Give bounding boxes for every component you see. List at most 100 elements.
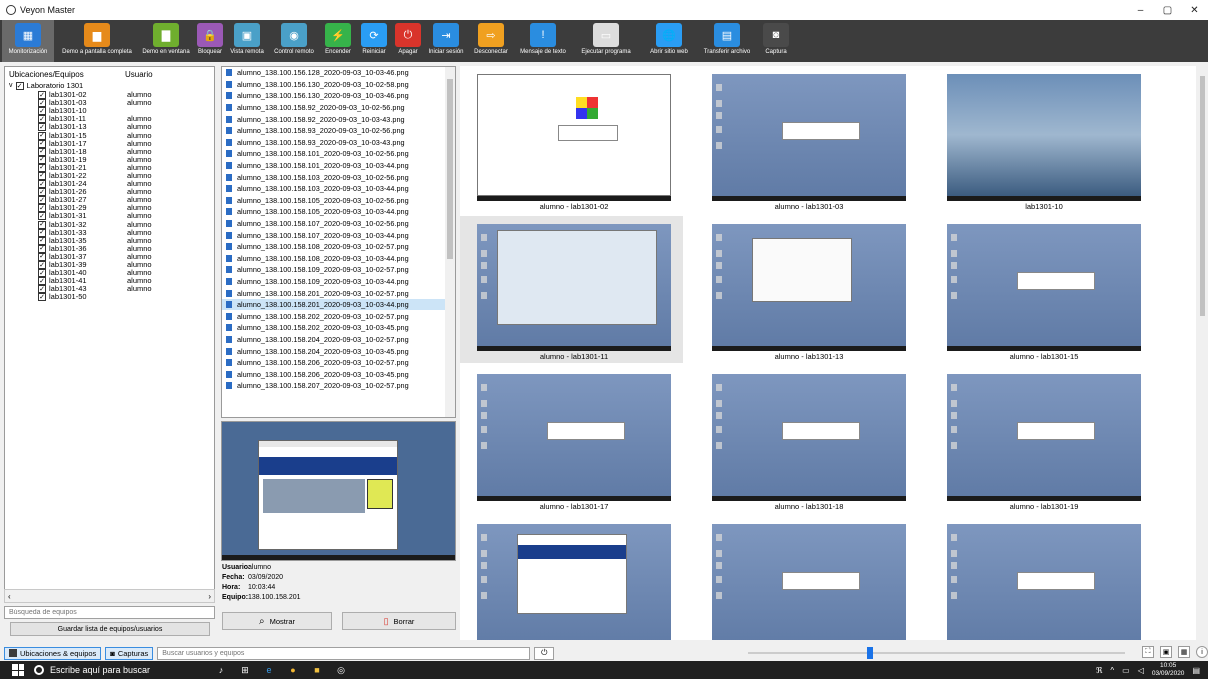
computer-checkbox[interactable]: ✓: [38, 236, 46, 245]
delete-button[interactable]: ▯ Borrar: [342, 612, 456, 630]
toolbar-button[interactable]: ▆ Demo a pantalla completa: [58, 20, 136, 62]
grid-layout-icon[interactable]: ▦: [1178, 646, 1190, 658]
file-list-item[interactable]: alumno_138.100.158.109_2020-09-03_10-03-…: [222, 276, 455, 288]
file-list-item[interactable]: alumno_138.100.158.92_2020-09-03_10-02-5…: [222, 102, 455, 114]
file-list-item[interactable]: alumno_138.100.158.93_2020-09-03_10-03-4…: [222, 137, 455, 149]
file-list-item[interactable]: alumno_138.100.158.204_2020-09-03_10-02-…: [222, 334, 455, 346]
computer-checkbox[interactable]: ✓: [38, 196, 46, 205]
tree-item[interactable]: ✓ lab1301-15 alumno: [5, 131, 214, 140]
computer-tile[interactable]: [460, 516, 683, 640]
computer-checkbox[interactable]: ✓: [38, 228, 46, 237]
file-list-item[interactable]: alumno_138.100.158.201_2020-09-03_10-03-…: [222, 298, 455, 311]
file-list-item[interactable]: alumno_138.100.158.105_2020-09-03_10-02-…: [222, 195, 455, 207]
tree-item[interactable]: ✓ lab1301-11 alumno: [5, 115, 214, 124]
tab-locations[interactable]: Ubicaciones & equipos: [4, 646, 102, 660]
computer-tile[interactable]: alumno - lab1301-17: [460, 366, 683, 513]
toolbar-button[interactable]: ◉ Control remoto: [270, 20, 318, 62]
computer-checkbox[interactable]: ✓: [38, 99, 46, 108]
file-explorer-icon[interactable]: ■: [310, 663, 324, 677]
computer-checkbox[interactable]: ✓: [38, 252, 46, 261]
toolbar-button[interactable]: ▦ Monitorización: [2, 20, 54, 62]
edge-icon[interactable]: e: [262, 663, 276, 677]
file-list-scrollbar[interactable]: [445, 67, 455, 417]
computer-tile[interactable]: alumno - lab1301-15: [930, 216, 1153, 363]
file-list-item[interactable]: alumno_138.100.158.93_2020-09-03_10-02-5…: [222, 125, 455, 137]
root-checkbox[interactable]: ✓: [15, 82, 24, 90]
computer-checkbox[interactable]: ✓: [38, 220, 46, 229]
computer-checkbox[interactable]: ✓: [38, 163, 46, 172]
computer-checkbox[interactable]: ✓: [38, 269, 46, 278]
notifications-icon[interactable]: ▤: [1192, 666, 1200, 675]
computer-checkbox[interactable]: ✓: [38, 107, 46, 116]
microphone-icon[interactable]: ♪: [214, 663, 228, 677]
tree-item[interactable]: ✓ lab1301-29 alumno: [5, 204, 214, 213]
file-list-item[interactable]: alumno_138.100.156.130_2020-09-03_10-02-…: [222, 79, 455, 91]
tree-item[interactable]: ✓ lab1301-24 alumno: [5, 180, 214, 189]
file-list-item[interactable]: alumno_138.100.158.105_2020-09-03_10-03-…: [222, 206, 455, 218]
zoom-slider[interactable]: [748, 647, 1125, 659]
computer-checkbox[interactable]: ✓: [38, 155, 46, 164]
computer-search-input[interactable]: [4, 606, 215, 619]
toolbar-button[interactable]: 🌐 Abrir sitio web: [642, 20, 696, 62]
file-list-item[interactable]: alumno_138.100.158.103_2020-09-03_10-02-…: [222, 171, 455, 183]
file-list-item[interactable]: alumno_138.100.158.108_2020-09-03_10-02-…: [222, 241, 455, 253]
computer-tile[interactable]: alumno - lab1301-18: [695, 366, 918, 513]
toolbar-button[interactable]: ▇ Demo en ventana: [140, 20, 192, 62]
save-list-button[interactable]: Guardar lista de equipos/usuarios: [10, 622, 210, 636]
toolbar-button[interactable]: ⚡ Encender: [322, 20, 354, 62]
toolbar-button[interactable]: ⇥ Iniciar sesión: [426, 20, 466, 62]
computer-checkbox[interactable]: ✓: [38, 180, 46, 189]
computer-tile[interactable]: [930, 516, 1153, 640]
tree-item[interactable]: ✓ lab1301-18 alumno: [5, 147, 214, 156]
computer-checkbox[interactable]: ✓: [38, 123, 46, 132]
computer-tile[interactable]: lab1301-10: [930, 66, 1153, 213]
file-list-item[interactable]: alumno_138.100.158.207_2020-09-03_10-02-…: [222, 380, 455, 392]
show-button[interactable]: ⌕ Mostrar: [222, 612, 332, 630]
computer-checkbox[interactable]: ✓: [38, 261, 46, 270]
task-view-icon[interactable]: ⊞: [238, 663, 252, 677]
file-list-item[interactable]: alumno_138.100.158.103_2020-09-03_10-03-…: [222, 183, 455, 195]
file-list-item[interactable]: alumno_138.100.158.204_2020-09-03_10-03-…: [222, 345, 455, 357]
computer-checkbox[interactable]: ✓: [38, 244, 46, 253]
computer-checkbox[interactable]: ✓: [38, 91, 46, 100]
zoom-slider-handle[interactable]: [866, 647, 873, 659]
file-list-item[interactable]: alumno_138.100.158.202_2020-09-03_10-02-…: [222, 310, 455, 322]
people-icon[interactable]: ℜ: [1096, 666, 1103, 675]
tree-item[interactable]: ✓ lab1301-37 alumno: [5, 252, 214, 261]
computer-checkbox[interactable]: ✓: [38, 212, 46, 221]
chrome-icon[interactable]: ●: [286, 663, 300, 677]
tree-item[interactable]: ✓ lab1301-02 alumno: [5, 91, 214, 100]
tree-item[interactable]: ✓ lab1301-22 alumno: [5, 171, 214, 180]
tree-item[interactable]: ✓ lab1301-31 alumno: [5, 212, 214, 221]
toolbar-button[interactable]: ▤ Transferir archivo: [700, 20, 754, 62]
tree-item[interactable]: ✓ lab1301-27 alumno: [5, 196, 214, 205]
scroll-left-icon[interactable]: ‹: [8, 592, 11, 601]
volume-icon[interactable]: ◁: [1138, 666, 1144, 675]
file-list-item[interactable]: alumno_138.100.158.107_2020-09-03_10-02-…: [222, 218, 455, 230]
file-list-item[interactable]: alumno_138.100.158.202_2020-09-03_10-03-…: [222, 322, 455, 334]
file-list-item[interactable]: alumno_138.100.156.130_2020-09-03_10-03-…: [222, 90, 455, 102]
minimize-button[interactable]: –: [1127, 0, 1154, 20]
maximize-button[interactable]: ▢: [1154, 0, 1181, 20]
file-list-item[interactable]: alumno_138.100.158.109_2020-09-03_10-02-…: [222, 264, 455, 276]
power-filter-icon[interactable]: ⏻: [534, 646, 555, 660]
computer-checkbox[interactable]: ✓: [38, 204, 46, 213]
tree-item[interactable]: ✓ lab1301-10: [5, 107, 214, 116]
toolbar-button[interactable]: ⟳ Reiniciar: [358, 20, 390, 62]
tab-captures[interactable]: ◙ Capturas: [105, 646, 154, 660]
tree-item[interactable]: ✓ lab1301-13 alumno: [5, 123, 214, 132]
tree-item[interactable]: ✓ lab1301-21 alumno: [5, 163, 214, 172]
computer-checkbox[interactable]: ✓: [38, 285, 46, 294]
computer-tile[interactable]: [695, 516, 918, 640]
computer-checkbox[interactable]: ✓: [38, 131, 46, 140]
tree-item[interactable]: ✓ lab1301-36 alumno: [5, 244, 214, 253]
file-list-item[interactable]: alumno_138.100.158.206_2020-09-03_10-02-…: [222, 357, 455, 369]
file-list-item[interactable]: alumno_138.100.156.128_2020-09-03_10-03-…: [222, 67, 455, 79]
toolbar-button[interactable]: 🔒 Bloquear: [196, 20, 224, 62]
file-list-item[interactable]: alumno_138.100.158.108_2020-09-03_10-03-…: [222, 253, 455, 265]
file-list-item[interactable]: alumno_138.100.158.201_2020-09-03_10-02-…: [222, 287, 455, 299]
grid-scrollbar[interactable]: [1197, 66, 1208, 640]
close-button[interactable]: ✕: [1181, 0, 1208, 20]
toolbar-button[interactable]: ▣ Vista remota: [228, 20, 266, 62]
file-list-item[interactable]: alumno_138.100.158.206_2020-09-03_10-03-…: [222, 368, 455, 380]
